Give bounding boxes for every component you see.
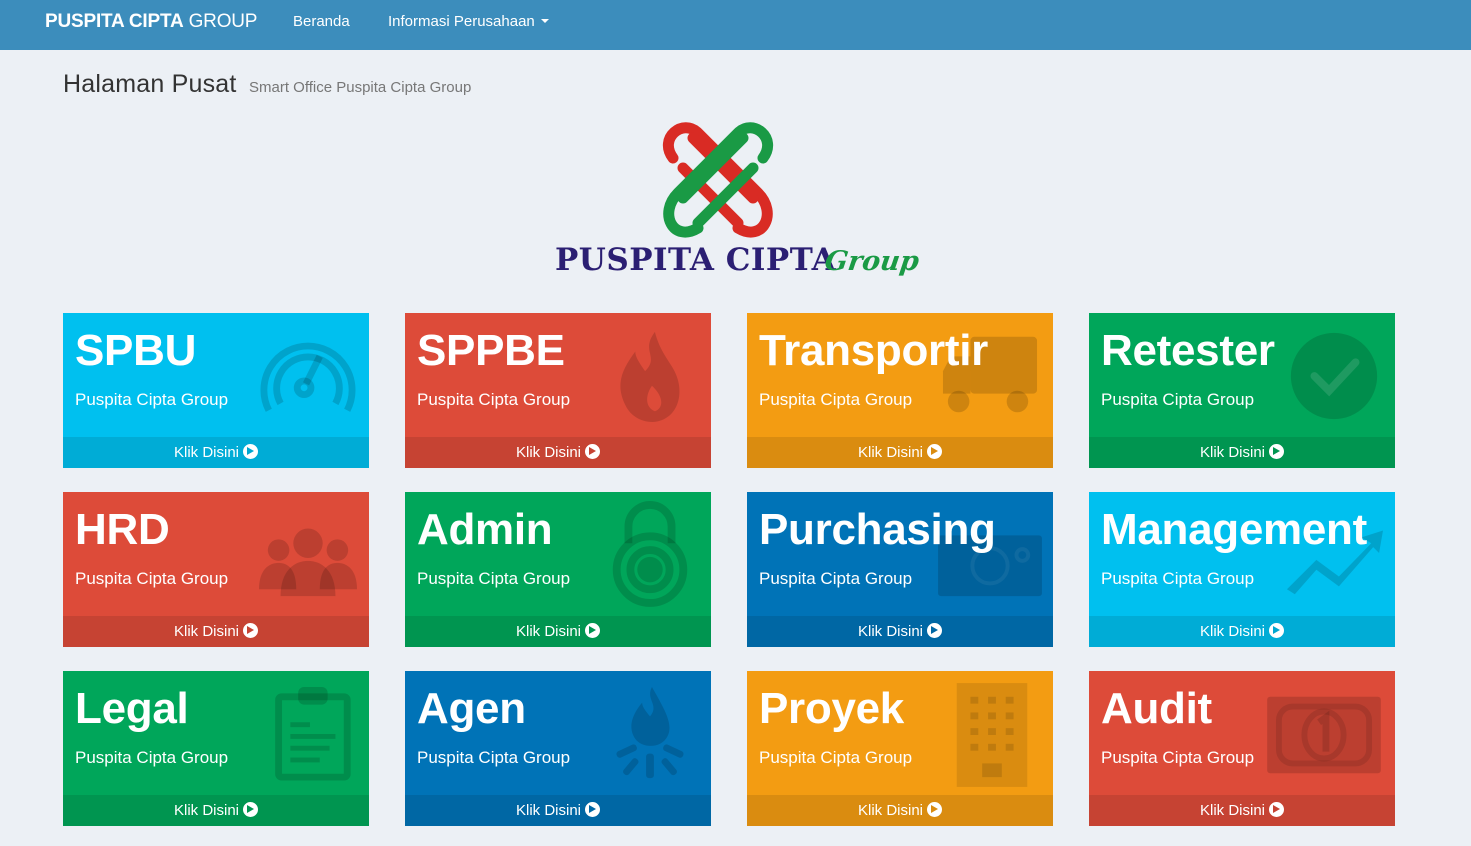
tile-subtitle: Puspita Cipta Group	[759, 748, 913, 767]
fire-icon	[620, 331, 680, 422]
tile-link[interactable]: Klik Disini	[1089, 616, 1395, 647]
page-header: Halaman Pusat Smart Office Puspita Cipta…	[63, 70, 471, 99]
tile-subtitle: Puspita Cipta Group	[75, 390, 229, 409]
top-navbar: PUSPITA CIPTA GROUP Beranda Informasi Pe…	[0, 0, 1471, 50]
tile-subtitle: Puspita Cipta Group	[759, 390, 913, 409]
tile-link[interactable]: Klik Disini	[63, 437, 369, 468]
arrow-circle-right-icon	[927, 444, 942, 459]
brand-logo[interactable]: PUSPITA CIPTA GROUP	[45, 10, 257, 34]
tile-title: Management	[1101, 505, 1367, 554]
arrow-circle-right-icon	[585, 802, 600, 817]
tile-sppbe: SPPBE Puspita Cipta Group Klik Disini	[405, 313, 711, 468]
tile-link-label: Klik Disini	[173, 623, 239, 640]
tile-link-label: Klik Disini	[1199, 623, 1265, 640]
tile-link[interactable]: Klik Disini	[405, 437, 711, 468]
arrow-circle-right-icon	[243, 802, 258, 817]
tile-subtitle: Puspita Cipta Group	[759, 569, 913, 588]
page-subtitle: Smart Office Puspita Cipta Group	[248, 79, 472, 96]
arrow-circle-right-icon	[1269, 444, 1284, 459]
tile-audit: Audit Puspita Cipta Group Klik Disini	[1089, 671, 1395, 826]
tile-link[interactable]: Klik Disini	[63, 795, 369, 826]
tile-link-label: Klik Disini	[1199, 802, 1265, 819]
tile-link-label: Klik Disini	[173, 802, 239, 819]
banknote-icon	[1267, 696, 1381, 774]
building-icon	[956, 683, 1028, 787]
tile-link-label: Klik Disini	[515, 623, 581, 640]
tile-subtitle: Puspita Cipta Group	[1101, 569, 1255, 588]
tile-title: HRD	[75, 505, 170, 554]
tile-title: Proyek	[759, 684, 904, 733]
tile-title: Agen	[417, 684, 526, 733]
tile-subtitle: Puspita Cipta Group	[1101, 390, 1255, 409]
tile-title: Audit	[1101, 684, 1212, 733]
puspita-chain-logo-icon	[662, 122, 774, 238]
tile-subtitle: Puspita Cipta Group	[417, 390, 571, 409]
tile-link-label: Klik Disini	[1199, 444, 1265, 461]
clipboard-icon	[275, 686, 351, 781]
tile-link[interactable]: Klik Disini	[747, 795, 1053, 826]
tile-link[interactable]: Klik Disini	[747, 616, 1053, 647]
tile-link[interactable]: Klik Disini	[1089, 795, 1395, 826]
tile-management: Management Puspita Cipta Group Klik Disi…	[1089, 492, 1395, 647]
tile-link-label: Klik Disini	[857, 802, 923, 819]
arrow-circle-right-icon	[243, 623, 258, 638]
brand-light-text: GROUP	[188, 11, 258, 32]
tile-legal: Legal Puspita Cipta Group Klik Disini	[63, 671, 369, 826]
arrow-circle-right-icon	[1269, 802, 1284, 817]
tile-link-label: Klik Disini	[515, 444, 581, 461]
tile-hrd: HRD Puspita Cipta Group Klik Disini	[63, 492, 369, 647]
tile-subtitle: Puspita Cipta Group	[1101, 748, 1255, 767]
check-circle-icon	[1290, 332, 1378, 420]
tile-title: SPPBE	[417, 326, 565, 375]
company-logo: PUSPITA CIPTA Group	[553, 118, 921, 288]
tile-title: SPBU	[75, 326, 197, 375]
dashboard-icon	[260, 342, 356, 412]
tile-subtitle: Puspita Cipta Group	[75, 748, 229, 767]
tile-link-label: Klik Disini	[857, 623, 923, 640]
tile-agen: Agen Puspita Cipta Group Klik Disini	[405, 671, 711, 826]
tile-link[interactable]: Klik Disini	[747, 437, 1053, 468]
arrow-circle-right-icon	[585, 623, 600, 638]
users-icon	[259, 528, 357, 597]
tile-link[interactable]: Klik Disini	[63, 616, 369, 647]
page-title: Halaman Pusat	[63, 70, 237, 98]
tile-subtitle: Puspita Cipta Group	[417, 569, 571, 588]
tile-title: Legal	[75, 684, 189, 733]
tile-title: Admin	[417, 505, 553, 554]
tile-spbu: SPBU Puspita Cipta Group Klik Disini	[63, 313, 369, 468]
tile-purchasing: Purchasing Puspita Cipta Group Klik Disi…	[747, 492, 1053, 647]
arrow-circle-right-icon	[585, 444, 600, 459]
logo-wordmark: PUSPITA CIPTA	[555, 242, 837, 278]
brand-bold-text: PUSPITA CIPTA	[45, 11, 184, 32]
nav-informasi-label: Informasi Perusahaan	[388, 13, 535, 30]
arrow-circle-right-icon	[1269, 623, 1284, 638]
tile-subtitle: Puspita Cipta Group	[75, 569, 229, 588]
arrow-circle-right-icon	[927, 802, 942, 817]
tile-retester: Retester Puspita Cipta Group Klik Disini	[1089, 313, 1395, 468]
nav-beranda[interactable]: Beranda	[293, 13, 350, 31]
tile-link-label: Klik Disini	[515, 802, 581, 819]
tile-proyek: Proyek Puspita Cipta Group Klik Disini	[747, 671, 1053, 826]
gas-flame-icon	[616, 686, 684, 779]
tile-link-label: Klik Disini	[857, 444, 923, 461]
caret-down-icon	[540, 19, 549, 23]
tile-link-label: Klik Disini	[173, 444, 239, 461]
tile-link[interactable]: Klik Disini	[405, 616, 711, 647]
nav-informasi-perusahaan[interactable]: Informasi Perusahaan	[388, 13, 549, 31]
tile-link[interactable]: Klik Disini	[1089, 437, 1395, 468]
arrow-circle-right-icon	[927, 623, 942, 638]
tile-admin: Admin Puspita Cipta Group Klik Disini	[405, 492, 711, 647]
logo-script: Group	[822, 246, 921, 277]
tile-transportir: Transportir Puspita Cipta Group Klik Dis…	[747, 313, 1053, 468]
tile-link[interactable]: Klik Disini	[405, 795, 711, 826]
arrow-circle-right-icon	[243, 444, 258, 459]
tile-subtitle: Puspita Cipta Group	[417, 748, 571, 767]
tile-title: Transportir	[759, 326, 988, 375]
tile-title: Retester	[1101, 326, 1275, 375]
lock-icon	[612, 501, 688, 607]
tile-title: Purchasing	[759, 505, 996, 554]
